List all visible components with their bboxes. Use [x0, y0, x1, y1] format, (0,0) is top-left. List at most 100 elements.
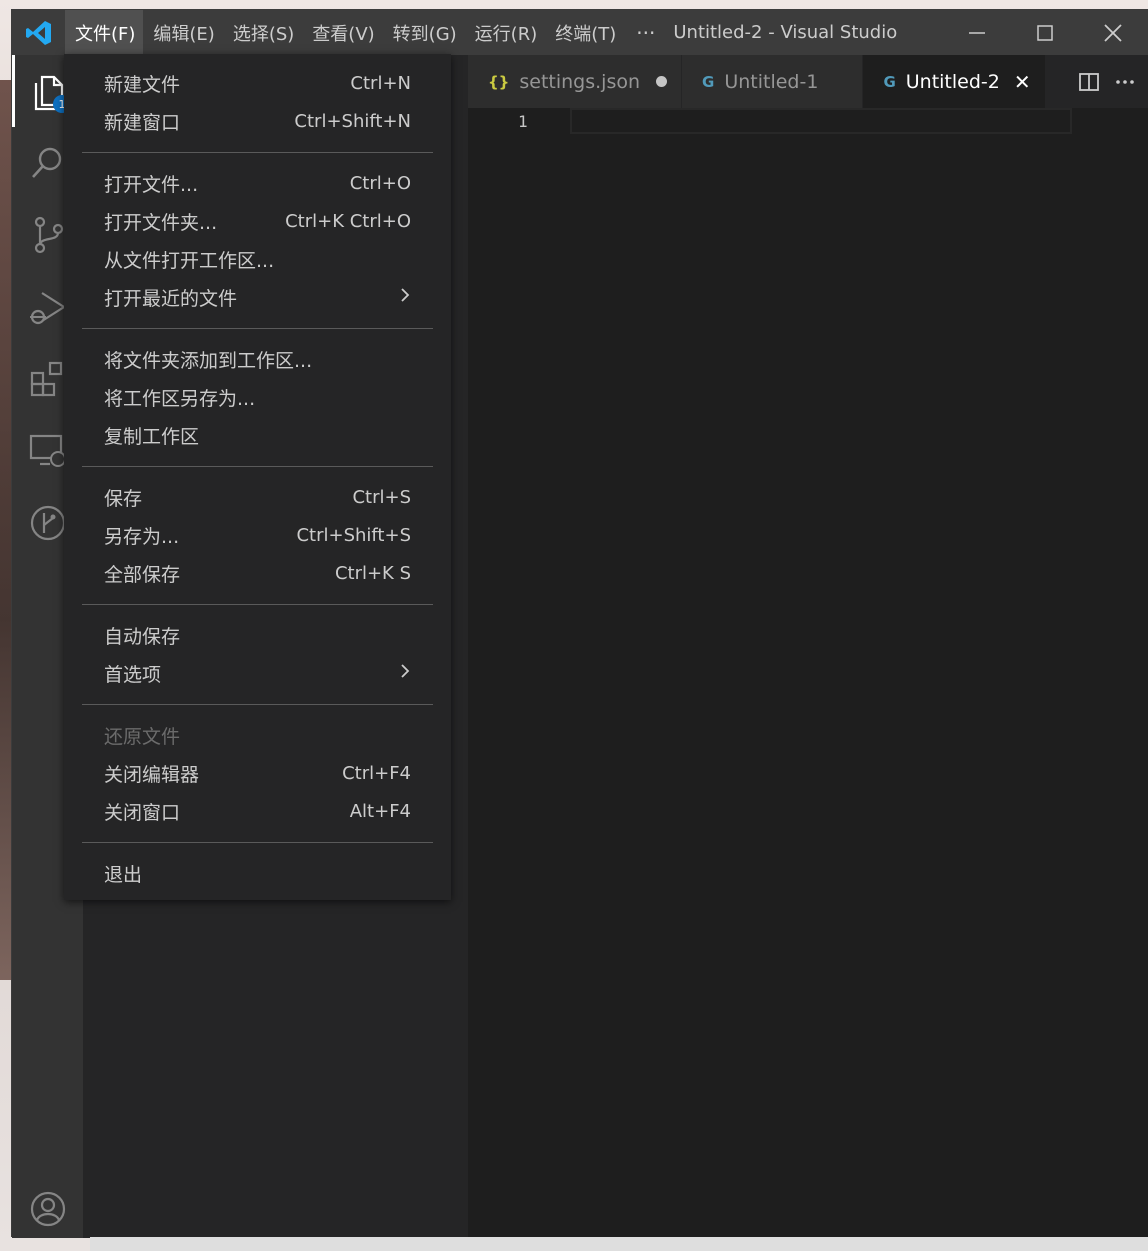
- menu-separator: [82, 842, 433, 843]
- split-editor-icon[interactable]: [1078, 72, 1100, 92]
- unsaved-dot-icon: [656, 76, 668, 87]
- menu-open-workspace[interactable]: 从文件打开工作区...: [64, 240, 451, 278]
- menu-item-label: 全部保存: [104, 563, 181, 586]
- menu-item-shortcut: Ctrl+K Ctrl+O: [285, 210, 411, 232]
- minimize-icon: [969, 31, 985, 34]
- menu-edit[interactable]: 编辑(E): [143, 10, 222, 55]
- menu-separator: [82, 328, 433, 329]
- current-line-highlight: [570, 108, 1072, 134]
- account-icon: [30, 1191, 65, 1227]
- menu-exit[interactable]: 退出: [64, 854, 451, 892]
- menu-save-workspace-as[interactable]: 将工作区另存为...: [64, 378, 451, 416]
- editor-actions: [1078, 55, 1148, 108]
- extensions-icon: [30, 361, 62, 397]
- editor-area[interactable]: 1: [468, 108, 1148, 1238]
- menu-item-label: 复制工作区: [104, 425, 200, 448]
- menu-item-label: 将文件夹添加到工作区...: [104, 349, 313, 372]
- menu-item-label: 新建窗口: [104, 111, 181, 134]
- file-type-icon: G: [702, 72, 715, 91]
- menu-bar: 文件(F) 编辑(E) 选择(S) 查看(V) 转到(G) 运行(R) 终端(T…: [65, 10, 667, 55]
- maximize-icon: [1037, 24, 1053, 41]
- file-type-icon: G: [883, 72, 896, 91]
- source-control-icon: [34, 216, 63, 254]
- menu-item-label: 关闭编辑器: [104, 763, 200, 786]
- menu-open-folder[interactable]: 打开文件夹... Ctrl+K Ctrl+O: [64, 202, 451, 240]
- chevron-right-icon: [399, 286, 411, 309]
- menu-go[interactable]: 转到(G): [383, 10, 465, 55]
- menu-preferences[interactable]: 首选项: [64, 654, 451, 692]
- menu-item-label: 将工作区另存为...: [104, 387, 256, 410]
- menu-item-shortcut: Ctrl+K S: [334, 562, 411, 584]
- menu-save[interactable]: 保存 Ctrl+S: [64, 478, 451, 516]
- more-actions-icon[interactable]: [1114, 72, 1136, 92]
- menu-separator: [82, 704, 433, 705]
- json-icon: {}: [488, 72, 510, 91]
- run-debug-icon: [29, 292, 66, 325]
- menu-view[interactable]: 查看(V): [302, 10, 382, 55]
- menu-separator: [82, 466, 433, 467]
- menu-open-file[interactable]: 打开文件... Ctrl+O: [64, 164, 451, 202]
- file-menu-dropdown: 新建文件 Ctrl+N 新建窗口 Ctrl+Shift+N 打开文件... Ct…: [64, 54, 451, 900]
- menu-separator: [82, 604, 433, 605]
- menu-duplicate-workspace[interactable]: 复制工作区: [64, 416, 451, 454]
- menu-selection[interactable]: 选择(S): [223, 10, 302, 55]
- menu-item-label: 另存为...: [104, 525, 180, 548]
- menu-item-shortcut: Ctrl+Shift+N: [294, 110, 411, 132]
- tab-settings-json[interactable]: {} settings.json: [468, 55, 683, 108]
- menu-item-label: 自动保存: [104, 625, 181, 648]
- menu-close-window[interactable]: 关闭窗口 Alt+F4: [64, 792, 451, 830]
- tab-label: Untitled-1: [724, 70, 819, 93]
- tab-label: settings.json: [519, 70, 641, 93]
- close-tab-icon[interactable]: ✕: [1014, 70, 1031, 94]
- menu-item-shortcut: Ctrl+Shift+S: [296, 524, 411, 546]
- chevron-right-icon: [399, 662, 411, 685]
- menu-item-label: 从文件打开工作区...: [104, 249, 275, 272]
- remote-explorer-icon: [29, 434, 66, 467]
- menu-save-all[interactable]: 全部保存 Ctrl+K S: [64, 554, 451, 592]
- window-controls: [943, 10, 1147, 55]
- menu-item-label: 新建文件: [104, 73, 181, 96]
- menu-item-label: 首选项: [104, 663, 162, 686]
- menu-item-shortcut: Alt+F4: [349, 800, 411, 822]
- minimize-button[interactable]: [943, 10, 1011, 55]
- menu-new-window[interactable]: 新建窗口 Ctrl+Shift+N: [64, 102, 451, 140]
- tab-untitled-2[interactable]: G Untitled-2 ✕: [863, 55, 1046, 108]
- menu-run[interactable]: 运行(R): [465, 10, 546, 55]
- menu-item-shortcut: Ctrl+F4: [342, 762, 411, 784]
- menu-item-shortcut: Ctrl+S: [352, 486, 411, 508]
- menu-item-label: 还原文件: [104, 725, 181, 748]
- menu-new-file[interactable]: 新建文件 Ctrl+N: [64, 64, 451, 102]
- menu-item-label: 打开文件夹...: [104, 211, 218, 234]
- menu-item-label: 关闭窗口: [104, 801, 181, 824]
- tab-label: Untitled-2: [905, 70, 1000, 93]
- menu-auto-save[interactable]: 自动保存: [64, 616, 451, 654]
- menu-file[interactable]: 文件(F): [65, 10, 144, 55]
- accounts-button[interactable]: [12, 1173, 83, 1245]
- window-title: Untitled-2 - Visual Studio ...: [673, 22, 902, 43]
- taskbar-fragment: [90, 1237, 1148, 1251]
- menu-add-folder-to-workspace[interactable]: 将文件夹添加到工作区...: [64, 340, 451, 378]
- editor-tabs: {} settings.json G Untitled-1 G Untitled…: [468, 55, 1148, 108]
- tab-untitled-1[interactable]: G Untitled-1: [682, 55, 864, 108]
- close-window-button[interactable]: [1079, 10, 1147, 55]
- search-icon: [31, 147, 61, 178]
- menu-save-as[interactable]: 另存为... Ctrl+Shift+S: [64, 516, 451, 554]
- menu-open-recent[interactable]: 打开最近的文件: [64, 278, 451, 316]
- vscode-logo-icon: [12, 10, 65, 55]
- title-bar: 文件(F) 编辑(E) 选择(S) 查看(V) 转到(G) 运行(R) 终端(T…: [12, 10, 1147, 55]
- menu-item-shortcut: Ctrl+N: [350, 72, 411, 94]
- menu-item-shortcut: Ctrl+O: [349, 172, 411, 194]
- git-graph-icon: [30, 505, 65, 541]
- maximize-button[interactable]: [1011, 10, 1079, 55]
- menu-revert-file: 还原文件: [64, 716, 451, 754]
- menu-close-editor[interactable]: 关闭编辑器 Ctrl+F4: [64, 754, 451, 792]
- close-icon: [1104, 23, 1122, 42]
- menu-item-label: 打开最近的文件: [104, 287, 238, 310]
- menu-item-label: 保存: [104, 487, 143, 510]
- menu-terminal[interactable]: 终端(T): [545, 10, 624, 55]
- menu-item-label: 退出: [104, 863, 143, 886]
- menu-separator: [82, 152, 433, 153]
- menu-more-button[interactable]: ···: [624, 10, 667, 55]
- menu-item-label: 打开文件...: [104, 173, 199, 196]
- line-number: 1: [518, 112, 528, 131]
